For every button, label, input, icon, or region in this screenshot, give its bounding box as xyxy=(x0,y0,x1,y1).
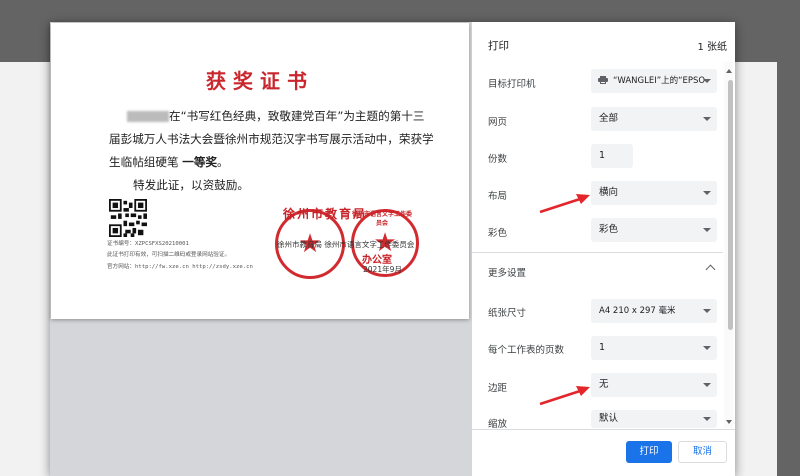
certificate-line-3: 生临帖组硬笔 一等奖。 xyxy=(109,155,229,169)
paper-size-select[interactable]: A4 210 x 297 毫米 xyxy=(591,299,717,323)
copies-input[interactable]: 1 xyxy=(591,144,633,168)
margins-label: 边距 xyxy=(488,383,508,394)
color-label: 彩色 xyxy=(488,228,508,239)
dropdown-caret-icon xyxy=(703,417,711,421)
dropdown-caret-icon xyxy=(703,79,711,83)
issuing-organizations: 徐州市教育局 徐州市语言文字工作委员会 xyxy=(277,240,415,249)
print-button[interactable]: 打印 xyxy=(626,441,672,463)
certificate-title: 获奖证书 xyxy=(206,69,314,93)
qr-code-icon xyxy=(109,199,147,237)
more-settings-toggle[interactable]: 更多设置 xyxy=(488,265,526,279)
award-level: 一等奖 xyxy=(182,155,218,169)
destination-select[interactable]: “WANGLEI”上的“EPSO xyxy=(591,69,717,93)
destination-label: 目标打印机 xyxy=(488,79,536,90)
redacted-name xyxy=(127,111,169,122)
dropdown-caret-icon xyxy=(703,228,711,232)
footer-divider xyxy=(472,429,735,430)
sheet-count: 1 张纸 xyxy=(697,42,727,53)
scroll-up-icon[interactable] xyxy=(726,69,732,73)
cancel-button[interactable]: 取消 xyxy=(678,441,727,463)
scale-select[interactable]: 默认 xyxy=(591,410,717,428)
copies-label: 份数 xyxy=(488,154,508,165)
seal-language-committee-text: 徐州市语言文字工作委员会 xyxy=(351,211,412,227)
arrow-annotation-icon xyxy=(539,386,590,406)
verify-note: 此证书打印有效，可扫描二维码或登录网站验证。 xyxy=(107,252,231,258)
website-text: 官方网站：http://fw.xze.cn http://zsdy.xze.cn xyxy=(107,264,253,270)
certificate-line-2: 届彭城万人书法大会暨徐州市规范汉字书写展示活动中，荣获学 xyxy=(109,132,434,146)
settings-scroll-thumb[interactable] xyxy=(728,80,733,330)
pages-per-sheet-label: 每个工作表的页数 xyxy=(488,345,565,356)
arrow-annotation-icon xyxy=(539,194,590,214)
certificate-number: 证书编号：XZPCSFXS20210001 xyxy=(107,241,189,247)
dropdown-caret-icon xyxy=(703,383,711,387)
dropdown-caret-icon xyxy=(703,191,711,195)
layout-label: 布局 xyxy=(488,191,508,202)
pages-per-sheet-select[interactable]: 1 xyxy=(591,336,717,360)
pages-label: 网页 xyxy=(488,117,508,128)
printer-icon xyxy=(598,76,608,84)
preview-sheet: 获奖证书 在“书写红色经典，致敬建党百年”为主题的第十三 届彭城万人书法大会暨徐… xyxy=(51,23,469,319)
section-divider xyxy=(472,252,723,253)
dropdown-caret-icon xyxy=(703,309,711,313)
print-dialog: 获奖证书 在“书写红色经典，致敬建党百年”为主题的第十三 届彭城万人书法大会暨徐… xyxy=(50,22,735,476)
certificate-body: 在“书写红色经典，致敬建党百年”为主题的第十三 届彭城万人书法大会暨徐州市规范汉… xyxy=(109,105,439,197)
scroll-down-icon[interactable] xyxy=(726,420,732,424)
paper-size-label: 纸张尺寸 xyxy=(488,308,527,319)
scale-label: 缩放 xyxy=(488,419,508,430)
certificate-date: 2021年9月 xyxy=(363,265,402,274)
layout-select[interactable]: 横向 xyxy=(591,181,717,205)
margins-select[interactable]: 无 xyxy=(591,373,717,397)
dropdown-caret-icon xyxy=(703,117,711,121)
panel-title: 打印 xyxy=(488,40,509,52)
dropdown-caret-icon xyxy=(703,346,711,350)
print-preview-area: 获奖证书 在“书写红色经典，致敬建党百年”为主题的第十三 届彭城万人书法大会暨徐… xyxy=(50,22,472,476)
print-settings-panel: 打印 1 张纸 目标打印机 “WANGLEI”上的“EPSO 网页 全部 份数 … xyxy=(472,22,735,476)
chevron-up-icon[interactable] xyxy=(705,264,716,275)
certificate-line-1: 在“书写红色经典，致敬建党百年”为主题的第十三 xyxy=(109,105,439,128)
certificate-line-4: 特发此证，以资鼓励。 xyxy=(133,178,249,192)
pages-select[interactable]: 全部 xyxy=(591,107,717,131)
color-select[interactable]: 彩色 xyxy=(591,218,717,242)
